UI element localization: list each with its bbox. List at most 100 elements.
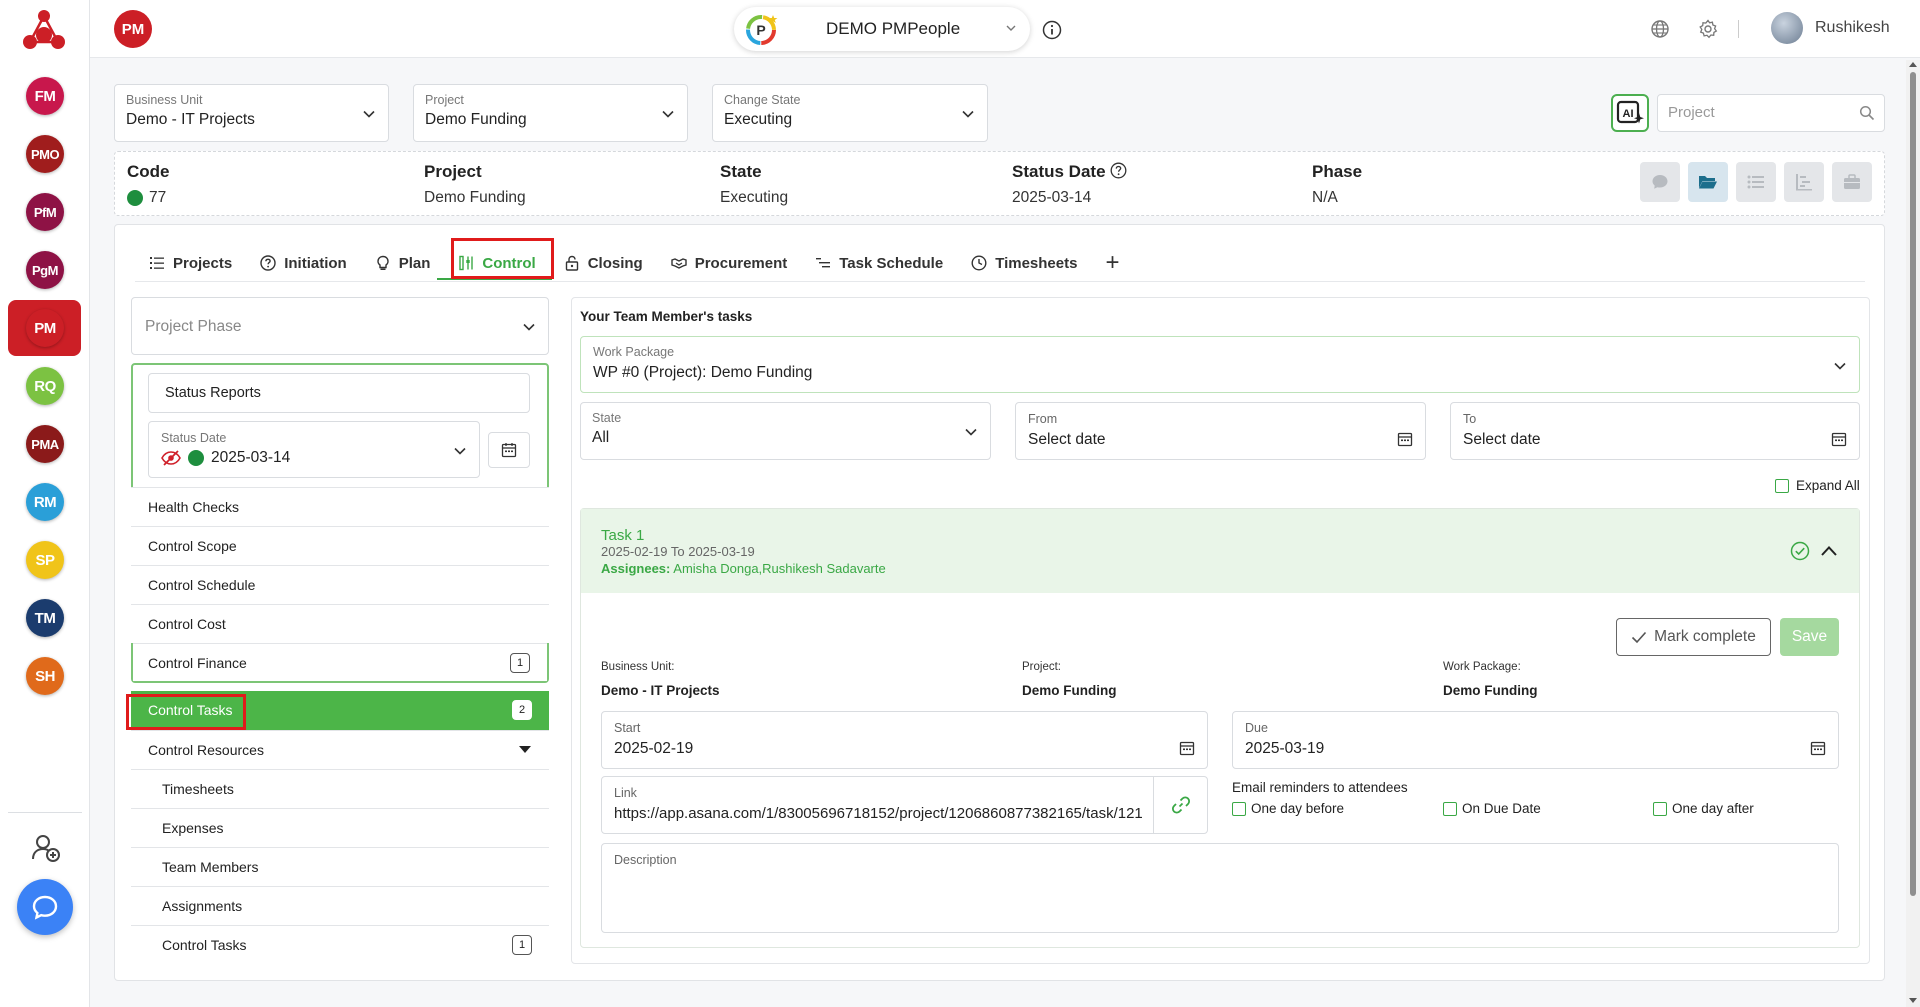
change-state-select[interactable]: Change State Executing (712, 84, 988, 142)
reminder-checkbox[interactable] (1232, 801, 1246, 816)
menu-control-finance[interactable]: Control Finance 1 (133, 643, 547, 681)
rail-divider (8, 812, 82, 813)
avatar[interactable] (1771, 12, 1803, 44)
menu-team-members[interactable]: Team Members (131, 847, 549, 886)
rail-item-rq[interactable]: RQ (26, 367, 64, 405)
open-link-button[interactable] (1153, 777, 1207, 833)
reminder-label: One day after (1672, 801, 1754, 816)
add-tab-button[interactable]: + (1091, 245, 1133, 281)
org-name: DEMO PMPeople (826, 19, 961, 38)
rail-item-tm[interactable]: TM (26, 599, 64, 637)
rail-item-sp[interactable]: SP (26, 541, 64, 579)
module-badge[interactable]: PM (114, 10, 152, 48)
state-filter-select[interactable]: State All (580, 402, 991, 460)
folder-button[interactable] (1688, 162, 1728, 202)
work-package-meta-value: Demo Funding (1443, 683, 1538, 698)
chevron-down-icon (454, 447, 466, 455)
tab-procurement[interactable]: Procurement (657, 245, 802, 281)
organization-select[interactable]: P DEMO PMPeople (734, 7, 1030, 51)
link-value[interactable]: https://app.asana.com/1/83005696718152/p… (614, 805, 1154, 822)
calendar-icon[interactable] (1831, 431, 1847, 447)
calendar-icon[interactable] (1397, 431, 1413, 447)
status-reports-header[interactable]: Status Reports (148, 373, 530, 413)
menu-control-schedule[interactable]: Control Schedule (131, 565, 549, 604)
reminder-on-due-date[interactable]: On Due Date (1443, 801, 1541, 816)
menu-control-tasks[interactable]: Control Tasks 2 (131, 691, 549, 730)
expand-all-checkbox[interactable] (1775, 478, 1789, 493)
comment-icon (1652, 175, 1668, 189)
tab-initiation[interactable]: Initiation (246, 245, 361, 281)
scroll-up-arrow[interactable] (1909, 62, 1917, 67)
business-unit-select[interactable]: Business Unit Demo - IT Projects (114, 84, 389, 142)
add-status-report-button[interactable] (488, 432, 530, 468)
reminder-one-day-after[interactable]: One day after (1653, 801, 1754, 816)
save-button[interactable]: Save (1780, 618, 1839, 656)
from-date-field[interactable]: From Select date (1015, 402, 1426, 460)
start-date-field[interactable]: Start 2025-02-19 (601, 711, 1208, 769)
briefcase-button[interactable] (1832, 162, 1872, 202)
menu-control-scope[interactable]: Control Scope (131, 526, 549, 565)
calendar-icon[interactable] (1179, 740, 1195, 756)
rail-item-pgm[interactable]: PgM (26, 251, 64, 289)
tab-timesheets[interactable]: Timesheets (957, 245, 1091, 281)
scroll-thumb[interactable] (1910, 72, 1916, 896)
list-view-button[interactable] (1736, 162, 1776, 202)
due-date-field[interactable]: Due 2025-03-19 (1232, 711, 1839, 769)
chat-button[interactable] (17, 879, 73, 935)
reminder-one-day-before[interactable]: One day before (1232, 801, 1344, 816)
comments-button[interactable] (1640, 162, 1680, 202)
menu-assignments[interactable]: Assignments (131, 886, 549, 925)
rail-item-rm[interactable]: RM (26, 483, 64, 521)
mark-complete-button[interactable]: Mark complete (1616, 618, 1771, 656)
task-header[interactable] (581, 509, 1859, 593)
rail-item-pfm[interactable]: PfM (26, 193, 64, 231)
project-phase-select[interactable]: Project Phase (131, 297, 549, 355)
menu-resource-control-tasks[interactable]: Control Tasks 1 (131, 925, 549, 964)
description-field[interactable]: Description (601, 843, 1839, 933)
check-circle-icon[interactable] (1790, 541, 1810, 561)
info-icon[interactable] (1042, 20, 1062, 40)
rail-item-fm[interactable]: FM (26, 77, 64, 115)
project-select[interactable]: Project Demo Funding (413, 84, 688, 142)
chevron-up-icon[interactable] (1820, 543, 1838, 559)
reminder-checkbox[interactable] (1653, 801, 1667, 816)
tab-closing[interactable]: Closing (550, 245, 657, 281)
menu-control-resources[interactable]: Control Resources (131, 730, 549, 769)
tab-control[interactable]: Control (444, 245, 549, 281)
menu-health-checks[interactable]: Health Checks (131, 487, 549, 526)
plan-icon (377, 255, 389, 270)
tab-task-schedule[interactable]: Task Schedule (801, 245, 957, 281)
project-search[interactable] (1657, 94, 1885, 132)
work-package-select[interactable]: Work Package WP #0 (Project): Demo Fundi… (580, 336, 1860, 393)
tab-projects[interactable]: Projects (135, 245, 246, 281)
menu-expenses[interactable]: Expenses (131, 808, 549, 847)
rail-item-pmo[interactable]: PMO (26, 135, 64, 173)
scroll-down-arrow[interactable] (1909, 998, 1917, 1003)
rail-item-sh[interactable]: SH (26, 657, 64, 695)
to-date-field[interactable]: To Select date (1450, 402, 1860, 460)
rail-item-pm[interactable]: PM (26, 309, 64, 347)
search-icon[interactable] (1859, 105, 1875, 121)
rail-item-pma[interactable]: PMA (26, 425, 64, 463)
menu-label: Expenses (162, 820, 224, 836)
status-date-value: 2025-03-14 (1012, 189, 1092, 206)
app-logo[interactable] (18, 4, 70, 56)
chevron-down-icon (662, 110, 674, 118)
calendar-icon[interactable] (1810, 740, 1826, 756)
globe-icon[interactable] (1650, 19, 1670, 39)
hierarchy-button[interactable] (1784, 162, 1824, 202)
status-date-select[interactable]: Status Date 2025-03-14 (148, 421, 480, 478)
menu-timesheets[interactable]: Timesheets (131, 769, 549, 808)
user-name[interactable]: Rushikesh (1815, 19, 1890, 37)
add-user-icon[interactable] (30, 832, 62, 864)
reminder-checkbox[interactable] (1443, 801, 1457, 816)
ai-assistant-button[interactable]: AI (1611, 94, 1649, 132)
gear-icon[interactable] (1698, 19, 1718, 39)
tab-plan[interactable]: Plan (361, 245, 445, 281)
menu-control-cost[interactable]: Control Cost (131, 604, 549, 643)
status-date-value: 2025-03-14 (211, 449, 291, 466)
expand-all-toggle[interactable]: Expand All (1775, 478, 1860, 493)
help-icon[interactable] (1110, 162, 1127, 179)
link-field[interactable]: Link https://app.asana.com/1/83005696718… (601, 776, 1208, 834)
project-search-input[interactable] (1668, 104, 1848, 121)
